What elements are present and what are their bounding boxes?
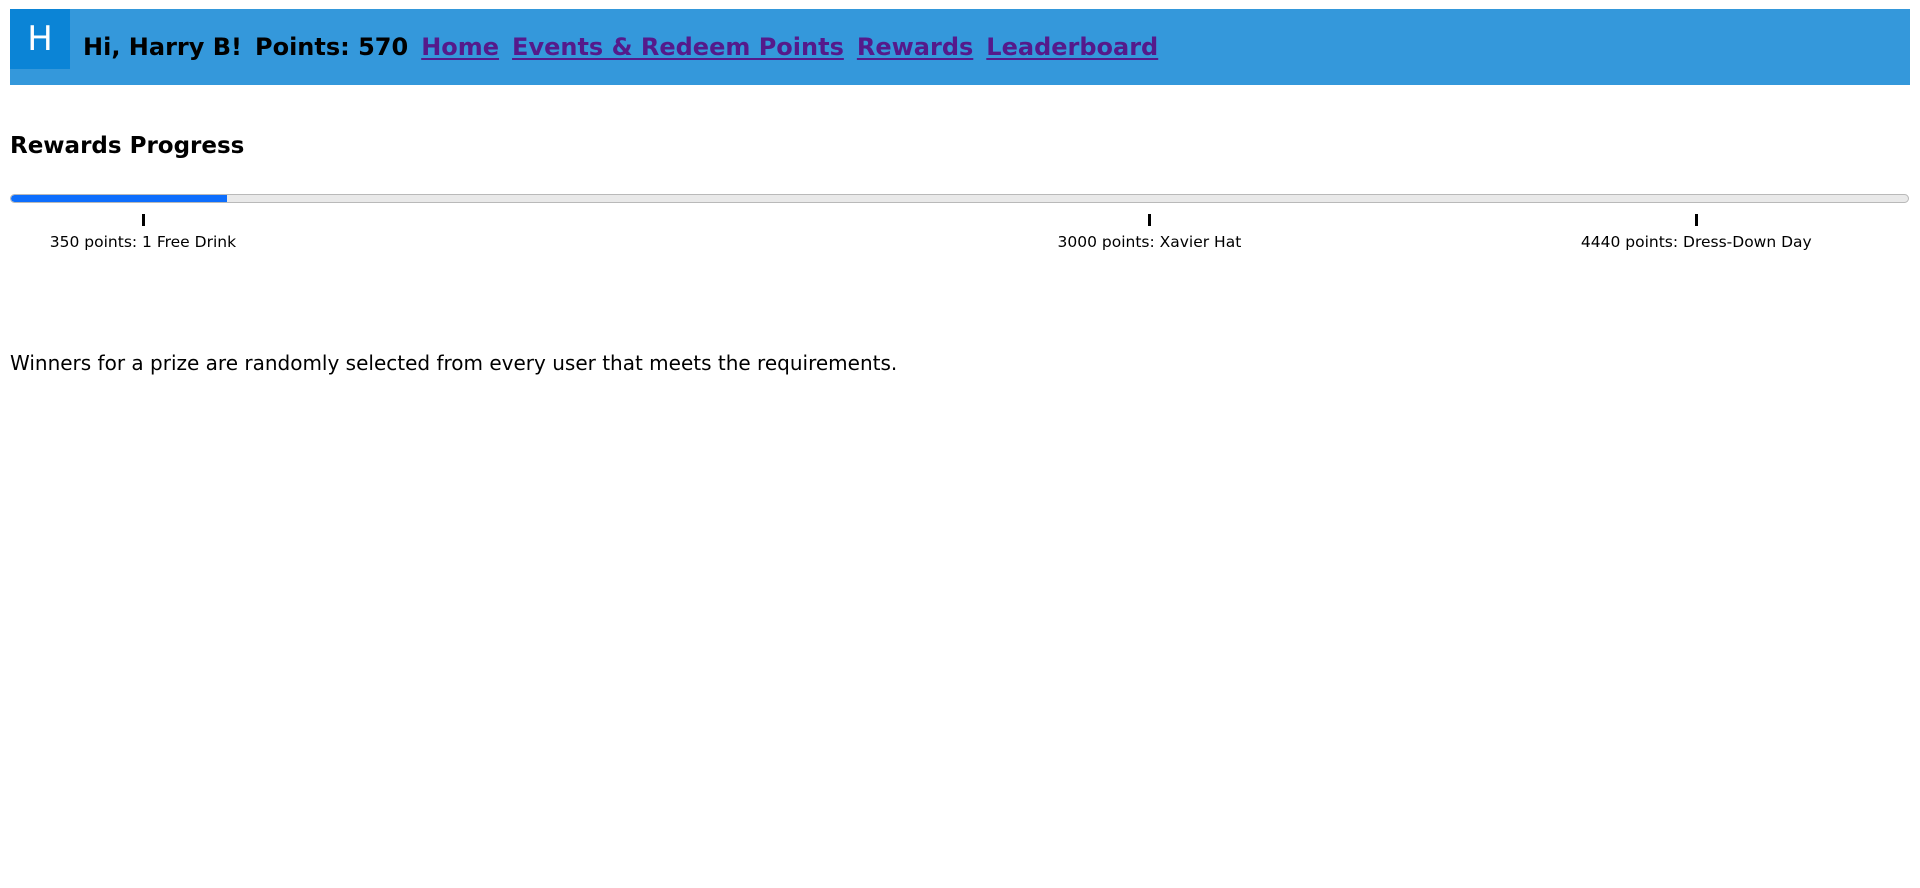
nav-link-leaderboard[interactable]: Leaderboard [986,33,1158,61]
page-title: Rewards Progress [10,133,245,159]
winners-note: Winners for a prize are randomly selecte… [10,351,898,375]
nav-link-rewards[interactable]: Rewards [857,33,973,61]
points-display: Points: 570 [254,33,409,61]
progress-fill [11,195,228,202]
milestone-tick [1148,214,1152,226]
milestone-tick [141,214,145,226]
greeting-text: Hi, Harry B! [83,33,242,61]
nav-link-home[interactable]: Home [421,33,499,61]
milestone-label: 350 points: 1 Free Drink [49,233,237,251]
user-avatar[interactable]: H [10,9,70,69]
header-content: Hi, Harry B! Points: 570 Home Events & R… [83,33,1158,61]
nav-link-events-redeem[interactable]: Events & Redeem Points [512,33,844,61]
milestone-label: 3000 points: Xavier Hat [1057,233,1242,251]
milestone-label: 4440 points: Dress-Down Day [1580,233,1812,251]
milestone-tick [1695,214,1699,226]
top-nav-bar: H Hi, Harry B! Points: 570 Home Events &… [10,9,1910,85]
rewards-progress-bar [10,194,1909,203]
